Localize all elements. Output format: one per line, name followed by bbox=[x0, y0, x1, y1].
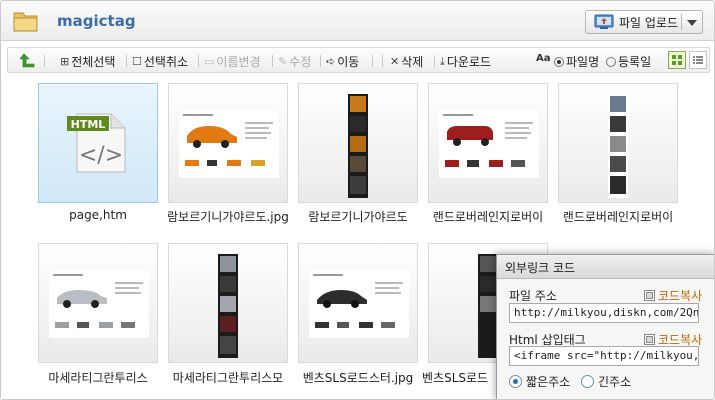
download-label: 다운로드 bbox=[446, 55, 492, 69]
folder-up-icon[interactable] bbox=[18, 52, 36, 68]
file-tile[interactable]: HTML </> bbox=[38, 83, 158, 203]
grid-view-button[interactable] bbox=[668, 51, 686, 69]
sort-date-label: 등록일 bbox=[618, 55, 652, 69]
car-photo-strip-thumbnail bbox=[608, 94, 628, 198]
close-icon: ✕ bbox=[390, 55, 400, 68]
radio-icon bbox=[581, 375, 594, 388]
move-label: 이동 bbox=[337, 55, 360, 69]
file-name: 랜드로버레인지로버이 bbox=[562, 210, 674, 224]
car-spec-thumbnail bbox=[439, 110, 539, 178]
file-tile[interactable] bbox=[168, 243, 288, 363]
rename-label: 이름변경 bbox=[216, 55, 261, 69]
radio-icon bbox=[509, 375, 522, 388]
download-icon: ⤓ bbox=[440, 54, 445, 68]
toolbar-divider bbox=[372, 55, 373, 67]
file-name: 벤츠SLS로드스터.jpg bbox=[302, 371, 414, 385]
toolbar-divider bbox=[434, 55, 435, 67]
upload-icon bbox=[594, 14, 614, 29]
file-name: page,htm bbox=[69, 208, 127, 222]
pencil-icon: ✎ bbox=[278, 55, 288, 68]
radio-icon bbox=[606, 56, 616, 67]
toolbar-divider bbox=[126, 55, 127, 67]
file-name: 벤츠SLS로드 bbox=[422, 371, 489, 385]
car-photo-strip-thumbnail bbox=[478, 254, 498, 358]
edit-label: 수정 bbox=[289, 55, 312, 69]
html-file-icon: HTML </> bbox=[67, 113, 126, 173]
upload-label: 파일 업로드 bbox=[619, 15, 679, 30]
file-tile[interactable] bbox=[168, 83, 288, 203]
short-address-option[interactable]: 짧은주소 bbox=[509, 373, 570, 390]
rename-button[interactable]: ▭ 이름변경 bbox=[204, 53, 261, 70]
file-tile[interactable] bbox=[298, 243, 418, 363]
car-spec-thumbnail bbox=[309, 270, 409, 338]
folder-title: magictag bbox=[57, 12, 136, 30]
file-manager-window: magictag 파일 업로드 ⊞ 전체선택 ☐ 선택취소 ▭ 이름변경 ✎ 수… bbox=[0, 0, 715, 400]
car-photo-strip-thumbnail bbox=[218, 254, 238, 358]
file-tile[interactable] bbox=[558, 83, 678, 203]
file-name: 마세라티그란투리스모 bbox=[172, 371, 284, 385]
sort-by-filename-option[interactable]: 파일명 bbox=[554, 53, 599, 70]
edit-button[interactable]: ✎ 수정 bbox=[278, 53, 311, 70]
toolbar-divider bbox=[382, 55, 383, 67]
car-photo-strip-thumbnail bbox=[348, 94, 368, 198]
car-spec-thumbnail bbox=[49, 270, 149, 338]
download-button[interactable]: ⤓ 다운로드 bbox=[440, 53, 491, 70]
html-tag-input[interactable]: <iframe src="http://milkyou,diskn bbox=[509, 346, 699, 366]
file-upload-button[interactable]: 파일 업로드 bbox=[585, 10, 703, 34]
list-view-button[interactable] bbox=[689, 51, 707, 69]
external-link-popup: 외부링크 코드 파일 주소 코드복사 http://milkyou,diskn,… bbox=[496, 254, 714, 399]
checkbox-icon: ☐ bbox=[132, 55, 142, 68]
grid-icon: ⊞ bbox=[60, 55, 70, 68]
svg-text:</>: </> bbox=[79, 143, 123, 168]
copy-icon bbox=[644, 334, 655, 345]
sort-by-date-option[interactable]: 등록일 bbox=[606, 53, 651, 70]
move-icon: ➪ bbox=[326, 55, 336, 68]
toolbar-divider bbox=[44, 55, 45, 67]
rename-icon: ▭ bbox=[204, 55, 215, 68]
toolbar-divider bbox=[198, 55, 199, 67]
long-address-label: 긴주소 bbox=[598, 375, 632, 389]
copy-file-address-button[interactable]: 코드복사 bbox=[644, 287, 702, 304]
file-address-label: 파일 주소 bbox=[509, 289, 557, 303]
radio-icon bbox=[554, 56, 564, 67]
upload-divider bbox=[681, 14, 682, 30]
popup-title: 외부링크 코드 bbox=[497, 255, 714, 279]
action-toolbar: ⊞ 전체선택 ☐ 선택취소 ▭ 이름변경 ✎ 수정 ➪ 이동 ✕ 삭제 ⤓ 다운… bbox=[7, 47, 710, 73]
file-tile[interactable] bbox=[38, 243, 158, 363]
file-name: 랜드로버레인지로버이 bbox=[432, 210, 544, 224]
title-bar: magictag 파일 업로드 bbox=[1, 1, 714, 41]
car-spec-thumbnail bbox=[179, 110, 279, 178]
select-all-label: 전체선택 bbox=[71, 55, 116, 69]
deselect-button[interactable]: ☐ 선택취소 bbox=[132, 53, 188, 70]
file-name: 마세라티그란투리스 bbox=[48, 371, 148, 385]
folder-icon bbox=[13, 12, 38, 32]
move-button[interactable]: ➪ 이동 bbox=[326, 53, 359, 70]
deselect-label: 선택취소 bbox=[143, 55, 189, 69]
sort-icon: Aa bbox=[536, 53, 551, 64]
long-address-option[interactable]: 긴주소 bbox=[581, 373, 631, 390]
delete-label: 삭제 bbox=[401, 55, 424, 69]
file-name: 람보르기니가야르도.jpg bbox=[167, 210, 289, 224]
select-all-button[interactable]: ⊞ 전체선택 bbox=[60, 53, 115, 70]
copy-label: 코드복사 bbox=[658, 289, 703, 303]
delete-button[interactable]: ✕ 삭제 bbox=[390, 53, 423, 70]
file-address-input[interactable]: http://milkyou,diskn,com/2QnsCJ bbox=[509, 303, 699, 323]
chevron-down-icon[interactable] bbox=[687, 20, 697, 26]
sort-filename-label: 파일명 bbox=[566, 55, 600, 69]
html-badge-text: HTML bbox=[71, 118, 106, 131]
short-address-label: 짧은주소 bbox=[526, 375, 571, 389]
file-tile[interactable] bbox=[298, 83, 418, 203]
toolbar-divider bbox=[320, 55, 321, 67]
grid-view-icon bbox=[672, 55, 682, 65]
list-view-icon bbox=[693, 56, 703, 64]
toolbar-divider bbox=[272, 55, 273, 67]
file-tile[interactable] bbox=[428, 83, 548, 203]
copy-icon bbox=[644, 290, 655, 301]
file-name: 람보르기니가야르도 bbox=[308, 210, 408, 224]
